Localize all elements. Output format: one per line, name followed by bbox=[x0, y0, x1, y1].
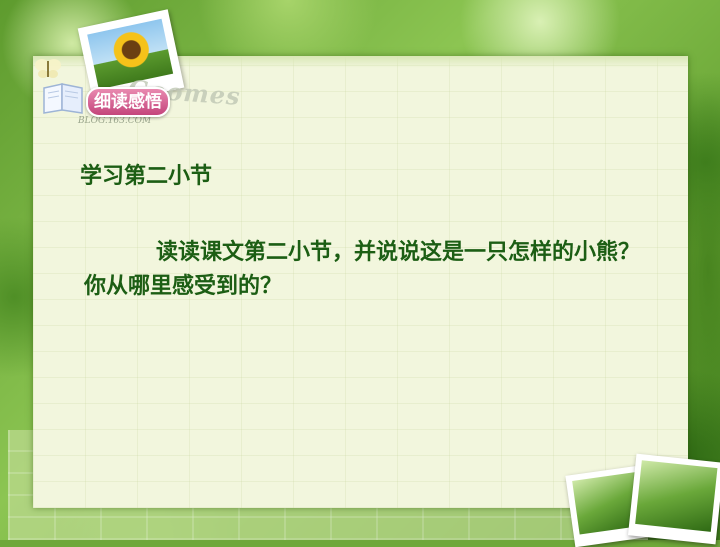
sunflower-icon bbox=[109, 28, 153, 72]
book-icon bbox=[43, 83, 83, 114]
decorative-blog-url: BLOG.163.COM bbox=[78, 116, 152, 126]
grass-photo-2 bbox=[627, 453, 720, 545]
section-heading: 学习第二小节 bbox=[80, 164, 213, 189]
section-badge: 细读感悟 bbox=[86, 87, 170, 117]
butterfly-icon bbox=[35, 59, 61, 78]
question-paragraph: 读读课文第二小节，并说说这是一只怎样的小熊？你从哪里感受到的？ bbox=[84, 240, 641, 299]
